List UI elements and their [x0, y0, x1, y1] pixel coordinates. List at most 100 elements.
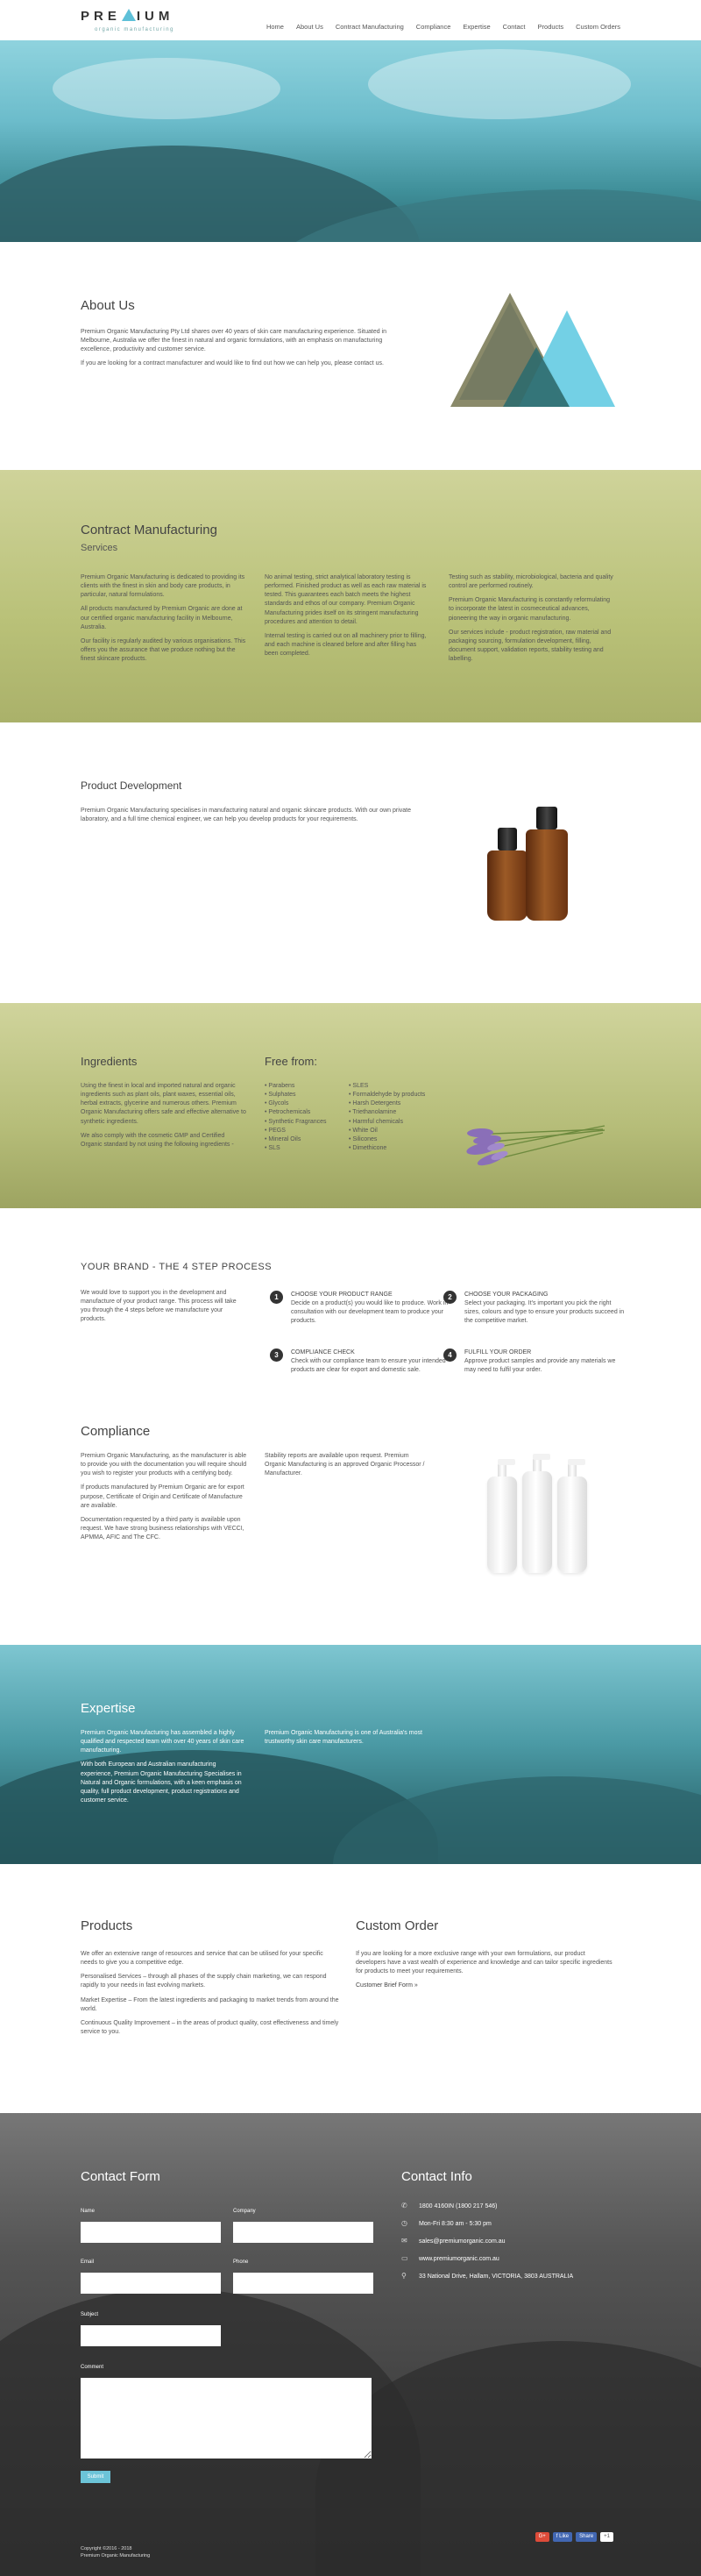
ingredients-paragraph: We also comply with the cosmetic GMP and…: [81, 1132, 234, 1148]
subject-label: Subject: [81, 2312, 99, 2317]
free-from-item: PEGS: [265, 1127, 327, 1135]
triangle-graphic-svg: [450, 293, 615, 407]
contact-email[interactable]: ✉ sales@premiumorganic.com.au: [401, 2236, 506, 2246]
products-text: We offer an extensive range of resources…: [81, 1950, 340, 2042]
products-paragraph: Market Expertise – From the latest ingre…: [81, 1996, 339, 2012]
phone-label: Phone: [233, 2259, 249, 2265]
page: PRE IUM organic manufacturing Home About …: [0, 0, 701, 2576]
free-from-item: Synthetic Fragrances: [265, 1118, 326, 1127]
free-from-item: SLES: [349, 1082, 425, 1091]
free-from-item: Sulphates: [265, 1091, 327, 1099]
copyright-text: Copyright ©2016 - 2018: [81, 2546, 132, 2551]
step-title: COMPLIANCE CHECK: [291, 1349, 355, 1356]
triangle-graphic: [449, 293, 615, 411]
company-input[interactable]: [233, 2222, 373, 2243]
contact-email-text[interactable]: sales@premiumorganic.com.au: [419, 2238, 506, 2245]
step-1: 1 CHOOSE YOUR PRODUCT RANGE Decide on a …: [270, 1291, 454, 1327]
free-from-item: Petrochemicals: [265, 1108, 327, 1117]
products-title: Products: [81, 1918, 133, 1933]
compliance-section: Compliance Premium Organic Manufacturing…: [0, 1401, 701, 1645]
ingredients-text: Using the finest in local and imported n…: [81, 1082, 247, 1155]
step-number-badge: 2: [443, 1291, 457, 1304]
contact-section: Contact Form Name Company Email Phone Su…: [0, 2113, 701, 2576]
ingredients-paragraph: Using the finest in local and imported n…: [81, 1083, 246, 1125]
products-paragraph: We offer an extensive range of resources…: [81, 1951, 323, 1967]
nav-about-us[interactable]: About Us: [296, 23, 323, 32]
free-from-item: Glycols: [265, 1099, 327, 1108]
expertise-title: Expertise: [81, 1701, 136, 1716]
step-number-badge: 4: [443, 1348, 457, 1362]
plus-one-button[interactable]: +1: [600, 2532, 613, 2542]
subject-input[interactable]: [81, 2325, 221, 2346]
comment-textarea[interactable]: [81, 2378, 372, 2459]
nav-compliance[interactable]: Compliance: [416, 23, 451, 32]
amber-bottle: [526, 829, 568, 921]
free-from-list-1: Parabens Sulphates Glycols Petrochemical…: [265, 1082, 327, 1153]
about-paragraph: Premium Organic Manufacturing Pty Ltd sh…: [81, 329, 387, 353]
contact-form-title: Contact Form: [81, 2169, 160, 2184]
step-title: FULFILL YOUR ORDER: [464, 1349, 532, 1356]
step-text: Decide on a product(s) you would like to…: [291, 1300, 449, 1325]
contract-col-3: Testing such as stability, microbiologic…: [449, 573, 615, 669]
nav-products[interactable]: Products: [538, 23, 564, 32]
products-paragraph: Personalised Services – through all phas…: [81, 1974, 327, 1989]
compliance-paragraph: Premium Organic Manufacturing, as the ma…: [81, 1453, 247, 1477]
about-title: About Us: [81, 298, 135, 313]
free-from-item: SLS: [265, 1144, 327, 1153]
contact-phone: ✆ 1800 4160IN (1800 217 546): [401, 2201, 498, 2211]
logo-word: PRE IUM: [81, 9, 174, 24]
nav-expertise[interactable]: Expertise: [463, 23, 490, 32]
customer-brief-form-link[interactable]: Customer Brief Form »: [356, 1982, 418, 1989]
contact-website[interactable]: ▭ www.premiumorganic.com.au: [401, 2253, 499, 2264]
expertise-section: Expertise Premium Organic Manufacturing …: [0, 1645, 701, 1864]
lavender-image: [466, 1125, 605, 1166]
email-input[interactable]: [81, 2273, 221, 2294]
name-label: Name: [81, 2209, 96, 2214]
facebook-share-button[interactable]: Share: [576, 2532, 598, 2542]
hero-cloud: [53, 58, 280, 119]
submit-button[interactable]: Submit: [81, 2471, 110, 2483]
ingredients-title: Ingredients: [81, 1055, 138, 1068]
custom-order-paragraph: If you are looking for a more exclusive …: [356, 1951, 612, 1975]
product-development-title: Product Development: [81, 779, 182, 792]
free-from-title: Free from:: [265, 1055, 317, 1068]
four-step-title: YOUR BRAND - THE 4 STEP PROCESS: [81, 1262, 273, 1272]
contract-paragraph: Premium Organic Manufacturing is constan…: [449, 597, 611, 622]
comment-label: Comment: [81, 2365, 104, 2370]
contract-paragraph: No animal testing, strict analytical lab…: [265, 574, 427, 625]
product-development-text: Premium Organic Manufacturing specialise…: [81, 808, 412, 823]
footer-copyright: Copyright ©2016 - 2018 Premium Organic M…: [81, 2546, 150, 2560]
product-development-section: Product Development Premium Organic Manu…: [0, 722, 701, 1003]
phone-input[interactable]: [233, 2273, 373, 2294]
free-from-item: Parabens: [265, 1082, 327, 1091]
facebook-like-button[interactable]: f Like: [552, 2532, 573, 2542]
email-label: Email: [81, 2259, 95, 2265]
nav-home[interactable]: Home: [266, 23, 284, 32]
compliance-paragraph: Documentation requested by a third party…: [81, 1516, 244, 1541]
logo-triangle-icon: [121, 9, 136, 21]
four-step-intro: We would love to support you in the deve…: [81, 1290, 237, 1323]
about-section: About Us Premium Organic Manufacturing P…: [0, 242, 701, 470]
contract-paragraph: Our services include - product registrat…: [449, 629, 612, 663]
expertise-paragraph: With both European and Australian manufa…: [81, 1761, 242, 1804]
contract-paragraph: Our facility is regularly audited by var…: [81, 637, 246, 663]
contact-website-text[interactable]: www.premiumorganic.com.au: [419, 2256, 499, 2262]
step-2: 2 CHOOSE YOUR PACKAGING Select your pack…: [443, 1291, 627, 1327]
free-from-item: Dimethicone: [349, 1144, 425, 1153]
site-logo[interactable]: PRE IUM organic manufacturing: [81, 7, 195, 37]
step-number-badge: 3: [270, 1348, 283, 1362]
free-from-item: Triethanolamine: [349, 1108, 425, 1117]
four-step-section: YOUR BRAND - THE 4 STEP PROCESS We would…: [0, 1208, 701, 1401]
pump-bottle: [522, 1454, 552, 1573]
compliance-title: Compliance: [81, 1424, 151, 1439]
nav-contract-manufacturing[interactable]: Contract Manufacturing: [336, 23, 404, 32]
free-from-list-2: SLES Formaldehyde by products Harsh Dete…: [349, 1082, 425, 1153]
name-input[interactable]: [81, 2222, 221, 2243]
free-from-item: Harmful chemicals: [349, 1118, 425, 1127]
google-plus-button[interactable]: G+: [535, 2532, 549, 2542]
nav-contact[interactable]: Contact: [503, 23, 526, 32]
contract-col-1: Premium Organic Manufacturing is dedicat…: [81, 573, 247, 669]
ingredients-section: Ingredients Free from: Using the finest …: [0, 1003, 701, 1208]
main-nav: Home About Us Contract Manufacturing Com…: [266, 23, 620, 32]
nav-custom-orders[interactable]: Custom Orders: [576, 23, 620, 32]
